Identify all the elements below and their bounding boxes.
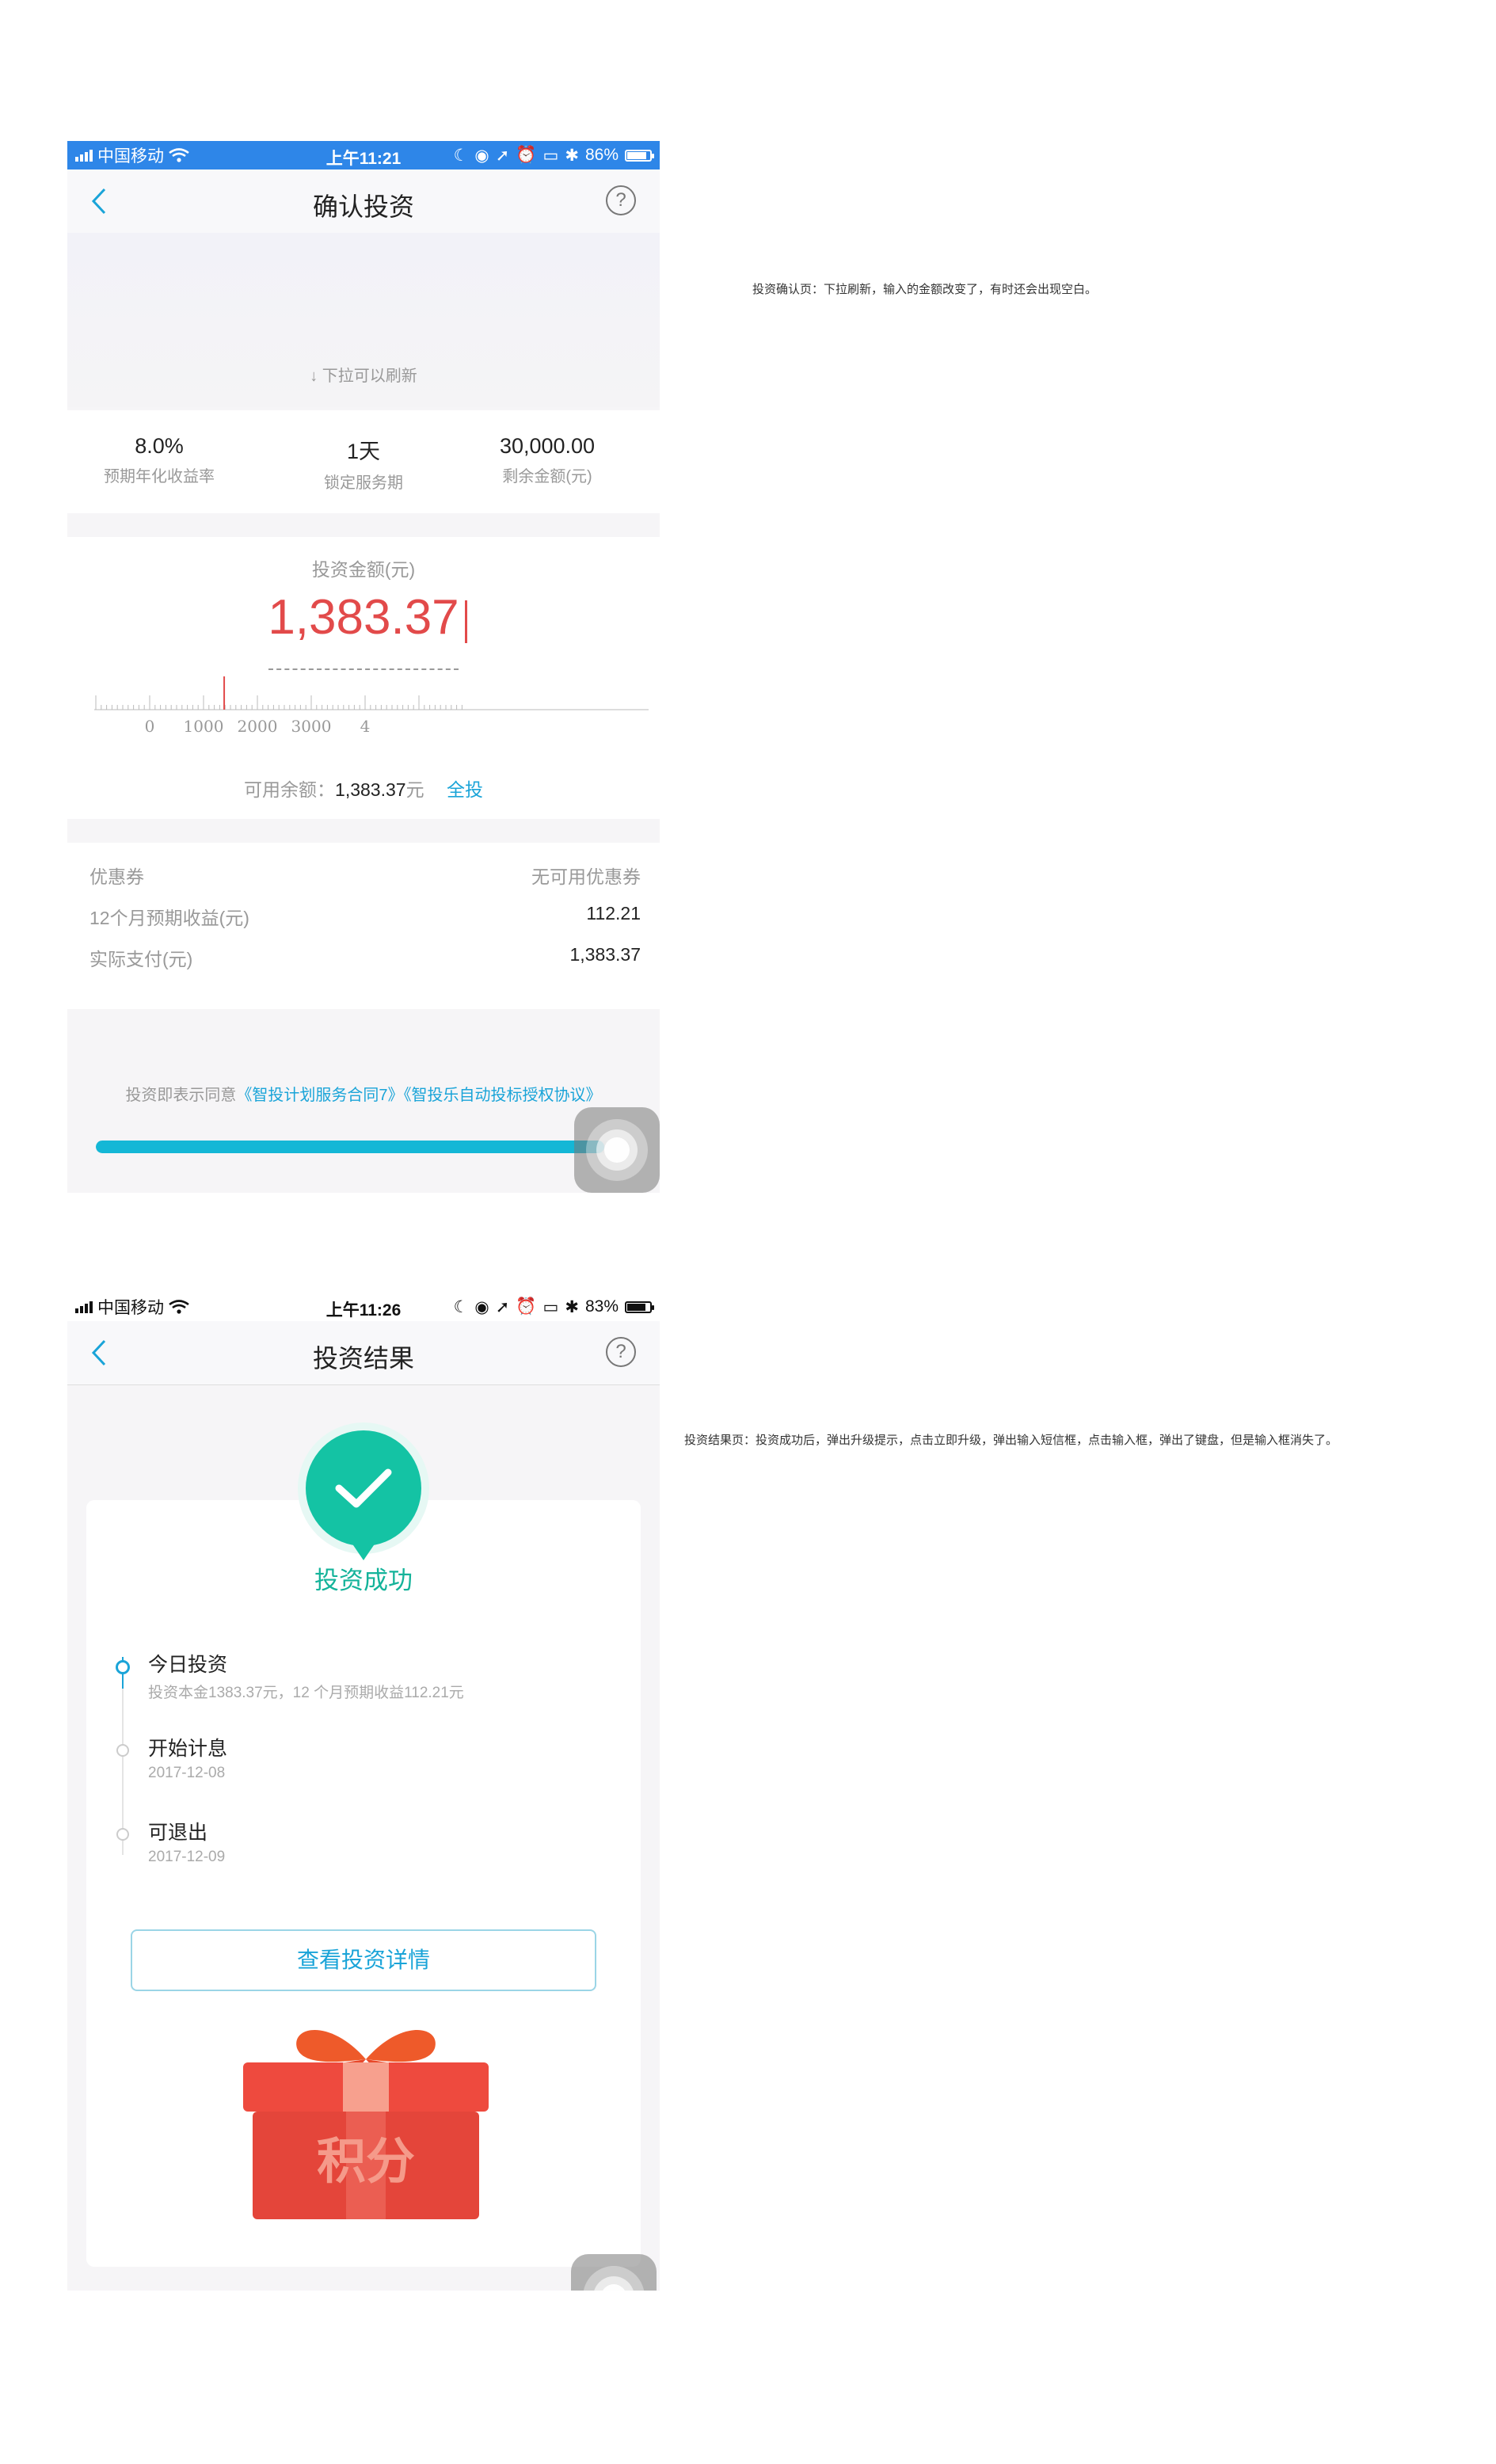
assistive-touch-button[interactable] [571,2254,657,2291]
ruler-tick-label: 4 [360,717,371,736]
help-icon[interactable]: ? [606,1337,636,1367]
investment-timeline: 今日投资 投资本金1383.37元，12 个月预期收益112.21元 开始计息 … [115,1641,622,1895]
battery-icon [625,149,654,162]
balance-amount: 1,383.37 [335,779,406,800]
timeline-item: 今日投资 投资本金1383.37元，12 个月预期收益112.21元 [115,1641,622,1704]
invest-amount-input[interactable]: 1,383.37 [67,589,660,646]
checkmark-icon [335,1468,392,1508]
progress-bar [96,1141,631,1153]
help-icon[interactable]: ? [606,185,636,215]
alarm-icon: ⏰ [516,146,537,164]
stat-yield: 8.0% 预期年化收益率 [104,434,215,486]
alarm-icon: ⏰ [516,1297,537,1316]
orientation-lock-icon: ◉ [474,1297,489,1316]
investment-result-screen: 中国移动 上午11:26 ☾ ◉ ➚ ⏰ ▭ ✱ 83% 投资结果 ? 投资成功 [67,1293,660,2291]
timeline-item: 开始计息 2017-12-08 [115,1725,622,1788]
location-icon: ➚ [495,146,510,165]
text-cursor [465,600,467,643]
view-investment-detail-button[interactable]: 查看投资详情 [131,1929,596,1991]
stat-remaining: 30,000.00 剩余金额(元) [499,434,596,486]
agreement-text: 投资即表示同意《智投计划服务合同7》《智投乐自动投标授权协议》 [125,1087,602,1104]
timeline-dot [116,1828,129,1841]
pull-refresh-hint: ↓ 下拉可以刷新 [310,368,417,385]
timeline-item: 可退出 2017-12-09 [115,1809,622,1872]
screen-mirror-icon: ▭ [542,146,559,165]
status-bar: 中国移动 上午11:26 ☾ ◉ ➚ ⏰ ▭ ✱ 83% [67,1293,660,1321]
annotation-note-1: 投资确认页：下拉刷新，输入的金额改变了，有时还会出现空白。 [752,283,1098,296]
product-stats: 8.0% 预期年化收益率 1天 锁定服务期 30,000.00 剩余金额(元) [67,410,660,513]
balance-row: 可用余额：1,383.37元 全投 [244,779,483,800]
success-badge [67,1430,660,1560]
actual-payment-row: 实际支付(元) 1,383.37 [89,944,641,969]
bluetooth-icon: ✱ [565,146,579,165]
page-title: 投资结果 [312,1344,414,1373]
page-title: 确认投资 [312,192,414,221]
confirm-investment-screen: 中国移动 上午11:21 ☾ ◉ ➚ ⏰ ▭ ✱ 86% 确认投资 ? ↓ 下拉… [67,141,660,1193]
annotation-note-2: 投资结果页：投资成功后，弹出升级提示，点击立即升级，弹出输入短信框，点击输入框，… [684,1434,1338,1447]
success-text: 投资成功 [314,1567,413,1594]
invest-all-button[interactable]: 全投 [447,779,483,800]
expected-income-row: 12个月预期收益(元) 112.21 [89,903,641,928]
coupon-row[interactable]: 优惠券 无可用优惠券 [89,862,641,893]
bluetooth-icon: ✱ [565,1297,579,1316]
location-icon: ➚ [495,1297,510,1316]
invest-amount-label: 投资金额(元) [311,559,416,580]
screen-mirror-icon: ▭ [542,1297,559,1316]
moon-icon: ☾ [453,1297,469,1316]
orientation-lock-icon: ◉ [474,146,489,165]
ruler-tick-label: 2000 [238,717,278,736]
battery-percent: 83% [584,1297,619,1316]
ruler-tick-label: 3000 [291,717,332,736]
stat-lock-period: 1天 锁定服务期 [324,440,403,492]
summary-card: 优惠券 无可用优惠券 12个月预期收益(元) 112.21 实际支付(元) 1,… [67,843,660,1009]
timeline-dot-active [116,1660,130,1674]
assistive-touch-button[interactable] [574,1107,660,1193]
points-gift-box[interactable]: 积分 [235,2010,497,2224]
ruler-tick-label: 0 [145,717,155,736]
battery-icon [625,1301,654,1313]
ruler-tick-label: 1000 [184,717,224,736]
auto-bid-agreement-link[interactable]: 《智投乐自动投标授权协议》 [404,1087,602,1104]
status-bar: 中国移动 上午11:21 ☾ ◉ ➚ ⏰ ▭ ✱ 86% [67,141,660,169]
amount-underline [268,668,459,670]
timeline-dot [116,1744,129,1757]
invest-amount-card: 投资金额(元) 1,383.37 0 1000 2000 3000 4 可用余额：1,3… [67,537,660,819]
nav-bar: 确认投资 ? [67,169,660,234]
service-contract-link[interactable]: 《智投计划服务合同7》 [236,1087,403,1104]
amount-ruler-slider[interactable]: 0 1000 2000 3000 4 [94,676,649,748]
moon-icon: ☾ [453,146,469,165]
gift-bow-icon [296,2029,366,2062]
arrow-down-icon: ↓ [310,368,318,385]
nav-bar: 投资结果 ? [67,1321,660,1385]
battery-percent: 86% [584,146,619,164]
gift-label: 积分 [317,2132,415,2190]
